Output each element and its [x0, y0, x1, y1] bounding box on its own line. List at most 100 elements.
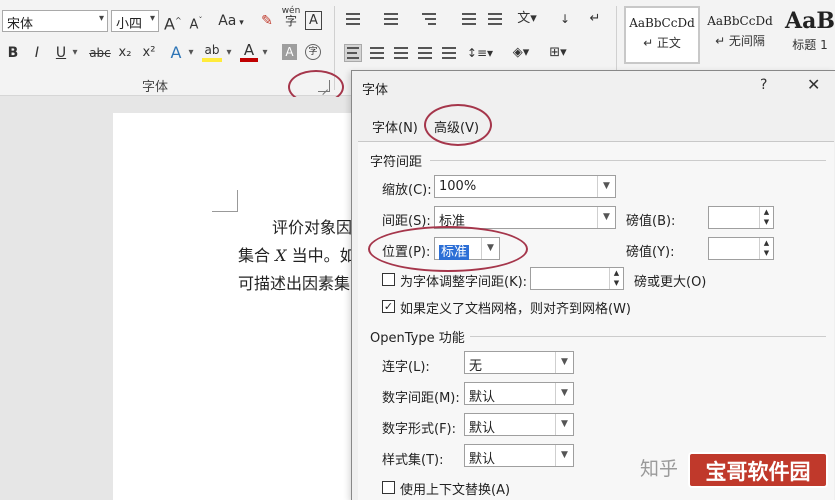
strikethrough-button[interactable]: abc: [88, 42, 112, 64]
margin-corner-mark: [212, 190, 238, 212]
section-divider: [470, 336, 826, 337]
highlight-button[interactable]: ab: [202, 42, 222, 62]
opentype-heading: OpenType 功能: [370, 331, 465, 346]
line-spacing-button[interactable]: ↕≡▾: [466, 42, 494, 64]
grid-snap-checkbox[interactable]: ✓: [382, 300, 395, 313]
align-left-icon[interactable]: [344, 44, 362, 62]
enclose-char-icon: 字: [308, 47, 318, 57]
tab-font[interactable]: 字体(N): [372, 117, 418, 136]
char-spacing-heading: 字符间距: [370, 155, 423, 170]
contextual-alternates-label: 使用上下文替换(A): [400, 483, 511, 498]
font-color-button[interactable]: A: [240, 42, 258, 62]
font-name-combo[interactable]: 宋体 ▾: [2, 10, 108, 32]
superscript-button[interactable]: x²: [140, 42, 158, 64]
style-sample: AaB: [785, 8, 835, 34]
document-line: 评价对象因: [272, 218, 353, 237]
style-name: ↵ 正文: [643, 36, 681, 50]
chevron-down-icon[interactable]: ▾: [260, 42, 270, 64]
number-forms-combo[interactable]: 默认 ▼: [464, 413, 574, 436]
chevron-down-icon: ▼: [597, 207, 615, 228]
spinner-arrows[interactable]: ▲ ▼: [759, 207, 773, 228]
spin-up-icon[interactable]: ▲: [760, 207, 773, 217]
font-size-combo[interactable]: 小四 ▾: [111, 10, 159, 32]
enclose-char-button[interactable]: 字: [305, 44, 321, 60]
scale-label: 缩放(C):: [382, 183, 432, 198]
phonetic-char: 字: [284, 14, 297, 28]
bullets-icon[interactable]: [346, 13, 360, 28]
number-spacing-value: 默认: [469, 390, 496, 405]
chevron-down-icon[interactable]: ▾: [186, 42, 196, 64]
style-heading-1[interactable]: AaB 标题 1: [780, 6, 835, 64]
show-marks-button[interactable]: ↵: [586, 8, 604, 30]
number-spacing-combo[interactable]: 默认 ▼: [464, 382, 574, 405]
document-line: 可描述出因素集: [238, 274, 351, 293]
underline-button[interactable]: U: [54, 42, 68, 64]
ligatures-value: 无: [469, 359, 483, 374]
spin-down-icon[interactable]: ▼: [760, 248, 773, 258]
eraser-icon: ✎: [261, 13, 273, 29]
text-effects-icon: A: [170, 43, 182, 62]
font-size-value: 小四: [116, 17, 143, 32]
sort-icon: ↓: [559, 12, 571, 26]
align-right-icon[interactable]: [394, 47, 408, 62]
style-normal[interactable]: AaBbCcDd ↵ 正文: [624, 6, 700, 64]
scale-combo[interactable]: 100% ▼: [434, 175, 616, 198]
bold-icon: B: [7, 45, 19, 61]
help-icon[interactable]: ?: [760, 77, 767, 93]
shading-button[interactable]: ◈▾: [508, 42, 534, 64]
spin-down-icon[interactable]: ▼: [760, 217, 773, 227]
char-border-button[interactable]: A: [305, 11, 322, 30]
change-case-icon: Aa: [218, 13, 237, 29]
align-center-icon[interactable]: [370, 47, 384, 62]
style-name: 标题 1: [792, 38, 828, 52]
contextual-alternates-checkbox[interactable]: [382, 481, 395, 494]
document-page: [113, 113, 373, 500]
spinner-arrows[interactable]: ▲ ▼: [609, 268, 623, 289]
ligatures-combo[interactable]: 无 ▼: [464, 351, 574, 374]
asian-layout-button[interactable]: 文▾: [514, 8, 540, 30]
spin-up-icon[interactable]: ▲: [760, 238, 773, 248]
sort-button[interactable]: ↓: [556, 8, 574, 30]
grid-snap-label: 如果定义了文档网格，则对齐到网格(W): [400, 302, 631, 317]
spin-down-icon[interactable]: ▼: [610, 278, 623, 288]
subscript-button[interactable]: x₂: [116, 42, 134, 64]
numbering-icon[interactable]: [384, 13, 398, 28]
font-dialog: 字体 ? ✕ 字体(N) 高级(V) 字符间距 缩放(C): 100% ▼ 间距…: [351, 70, 835, 500]
font-color-icon: A: [243, 41, 255, 59]
multilevel-list-icon[interactable]: [422, 13, 436, 28]
clear-formatting-button[interactable]: ✎: [258, 10, 276, 32]
by-spacing-spinner[interactable]: ▲ ▼: [708, 206, 774, 229]
strikethrough-icon: abc: [89, 46, 111, 60]
decrease-indent-icon[interactable]: [462, 13, 476, 28]
distributed-icon[interactable]: [442, 47, 456, 62]
stylistic-sets-combo[interactable]: 默认 ▼: [464, 444, 574, 467]
style-no-spacing[interactable]: AaBbCcDd ↵ 无间隔: [702, 6, 778, 64]
char-shading-button[interactable]: A: [282, 44, 297, 60]
justify-icon[interactable]: [418, 47, 432, 62]
spin-up-icon[interactable]: ▲: [610, 268, 623, 278]
by-position-spinner[interactable]: ▲ ▼: [708, 237, 774, 260]
phonetic-guide-button[interactable]: wén 字: [281, 6, 301, 28]
spinner-arrows[interactable]: ▲ ▼: [759, 238, 773, 259]
annotation-circle: [368, 226, 528, 272]
increase-indent-icon[interactable]: [488, 13, 502, 28]
change-case-button[interactable]: Aa ▾: [214, 10, 248, 32]
kerning-spinner[interactable]: ▲ ▼: [530, 267, 624, 290]
char-border-icon: A: [309, 13, 318, 28]
stylistic-sets-label: 样式集(T):: [382, 453, 444, 468]
close-icon[interactable]: ✕: [807, 75, 820, 94]
chevron-down-icon: ▼: [597, 176, 615, 197]
ligatures-label: 连字(L):: [382, 360, 430, 375]
chevron-down-icon: ▼: [555, 414, 573, 435]
italic-button[interactable]: I: [30, 42, 44, 64]
chevron-down-icon[interactable]: ▾: [70, 42, 80, 64]
grow-font-icon: A: [164, 14, 175, 34]
borders-button[interactable]: ⊞▾: [544, 42, 572, 64]
text-effects-button[interactable]: A: [168, 42, 184, 64]
bold-button[interactable]: B: [6, 42, 20, 64]
grow-font-button[interactable]: A^: [164, 10, 182, 34]
by-position-label: 磅值(Y):: [626, 245, 675, 260]
kerning-checkbox[interactable]: [382, 273, 395, 286]
shrink-font-button[interactable]: Aˇ: [188, 10, 204, 32]
chevron-down-icon[interactable]: ▾: [224, 42, 234, 64]
